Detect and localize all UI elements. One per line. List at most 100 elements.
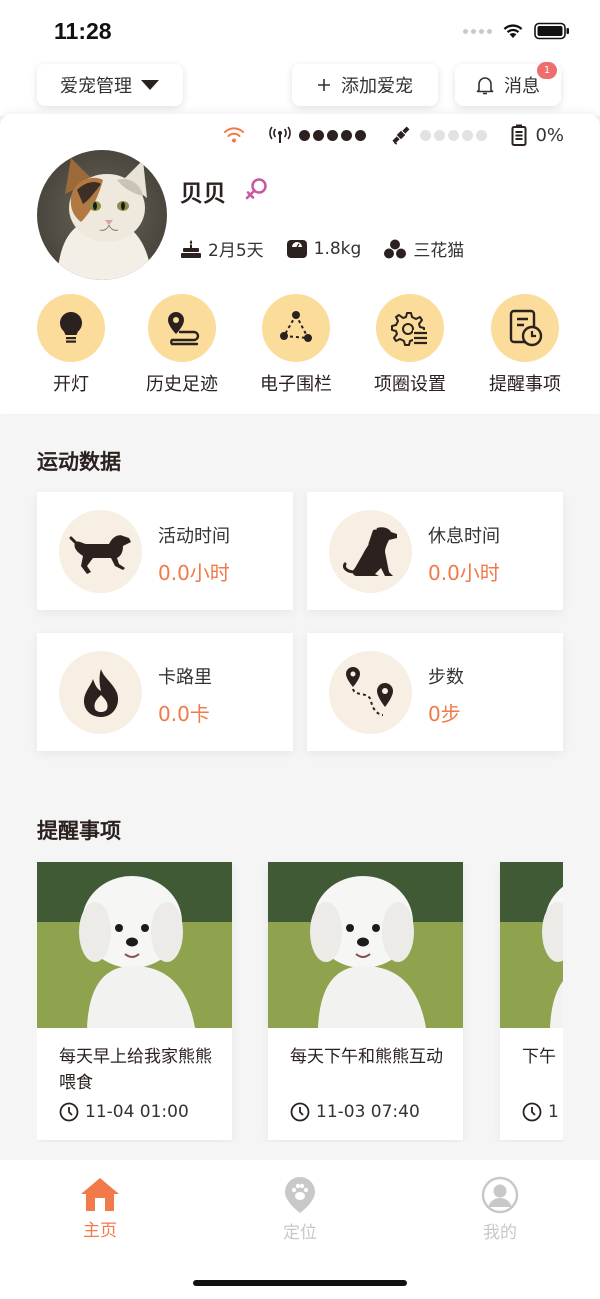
- pet-breed-item: 三花猫: [383, 236, 464, 261]
- stat-label: 步数: [428, 667, 464, 688]
- paw-location-pin-icon: [285, 1177, 315, 1213]
- battery-percent: 0%: [535, 124, 564, 146]
- dog-photo: [37, 862, 232, 1028]
- route-pins-icon: [345, 666, 393, 716]
- reminder-card[interactable]: 每天下午和熊熊互动 11-03 07:40: [268, 862, 463, 1140]
- cellular-signal-icon: [463, 28, 492, 34]
- action-label: 提醒事项: [489, 374, 561, 395]
- reminder-card[interactable]: 下午 1: [500, 862, 563, 1140]
- tab-profile[interactable]: 我的: [440, 1176, 560, 1243]
- stat-value: 0.0小时: [428, 561, 500, 585]
- action-label: 项圈设置: [374, 374, 446, 395]
- stat-rest-time[interactable]: 休息时间 0.0小时: [307, 492, 563, 610]
- action-label: 开灯: [53, 374, 89, 395]
- device-battery-icon: [511, 124, 527, 146]
- messages-label: 消息: [504, 76, 540, 97]
- add-pet-label: 添加爱宠: [341, 76, 413, 97]
- tab-label: 我的: [483, 1223, 517, 1243]
- pet-weight: 1.8kg: [313, 238, 362, 259]
- female-icon: [245, 178, 267, 200]
- reminders-carousel[interactable]: 每天早上给我家熊熊喂食 11-04 01:00 每天下午和熊熊互动 11-03 …: [37, 862, 563, 1142]
- geo-fence-icon: [280, 311, 312, 342]
- plus-icon: [318, 79, 330, 91]
- action-reminders[interactable]: 提醒事项: [465, 294, 585, 396]
- reminder-text: 每天早上给我家熊熊喂食: [59, 1047, 212, 1093]
- user-profile-icon: [481, 1176, 519, 1214]
- clock-icon: [290, 1102, 310, 1122]
- stat-calories[interactable]: 卡路里 0.0卡: [37, 633, 293, 751]
- stat-label: 卡路里: [158, 667, 212, 688]
- signal-strength-dots: [299, 129, 367, 141]
- reminder-text: 每天下午和熊熊互动: [290, 1047, 443, 1067]
- reminder-text: 下午: [522, 1047, 556, 1067]
- reminder-time: 11-04 01:00: [85, 1102, 189, 1122]
- sitting-dog-icon: [342, 526, 397, 576]
- reminder-card[interactable]: 每天早上给我家熊熊喂食 11-04 01:00: [37, 862, 232, 1140]
- birthday-cake-icon: [181, 239, 201, 258]
- running-dog-icon: [69, 534, 131, 574]
- action-label: 历史足迹: [146, 374, 218, 395]
- tab-home[interactable]: 主页: [40, 1176, 160, 1241]
- three-dots-breed-icon: [384, 239, 407, 258]
- reminder-time: 1: [548, 1102, 559, 1122]
- pet-manage-label: 爱宠管理: [60, 76, 132, 97]
- lightbulb-icon: [59, 312, 83, 343]
- stat-steps[interactable]: 步数 0步: [307, 633, 563, 751]
- messages-button[interactable]: 消息 1: [455, 62, 561, 106]
- gear-settings-icon: [391, 312, 428, 346]
- pet-weight-item: 1.8kg: [286, 238, 362, 259]
- stat-value: 0.0小时: [158, 561, 230, 585]
- wifi-status-icon: [224, 127, 245, 143]
- top-header: 爱宠管理 添加爱宠 消息 1: [0, 62, 600, 116]
- status-time: 11:28: [54, 18, 112, 44]
- pet-breed: 三花猫: [413, 241, 465, 261]
- reminders-section-title: 提醒事项: [37, 819, 121, 843]
- home-icon: [81, 1178, 119, 1211]
- bell-icon: [476, 77, 494, 95]
- reminder-time-row: 1: [522, 1102, 559, 1122]
- location-track-icon: [168, 312, 200, 346]
- stat-value: 0.0卡: [158, 702, 210, 726]
- gps-strength-dots: [420, 129, 488, 141]
- device-status-row: 0%: [223, 124, 564, 146]
- wifi-icon: [503, 24, 523, 38]
- signal-antenna-icon: [269, 126, 292, 143]
- bottom-tab-bar: 主页 定位 我的: [0, 1160, 600, 1299]
- reminder-time: 11-03 07:40: [316, 1102, 420, 1122]
- stat-active-time[interactable]: 活动时间 0.0小时: [37, 492, 293, 610]
- action-history-track[interactable]: 历史足迹: [122, 294, 242, 396]
- flame-icon: [83, 668, 118, 717]
- action-label: 电子围栏: [260, 374, 332, 395]
- tab-label: 定位: [283, 1223, 317, 1243]
- stat-label: 休息时间: [428, 526, 500, 547]
- exercise-section-title: 运动数据: [37, 450, 121, 474]
- dog-photo: [268, 862, 463, 1028]
- battery-icon: [534, 22, 569, 40]
- pet-age: 2月5天: [208, 241, 264, 261]
- status-bar: 11:28: [0, 0, 600, 64]
- caret-down-icon: [141, 80, 159, 90]
- pet-info: 2月5天 1.8kg 三花猫: [180, 236, 478, 261]
- stat-label: 活动时间: [158, 526, 230, 547]
- reminder-time-row: 11-03 07:40: [290, 1102, 420, 1122]
- action-geo-fence[interactable]: 电子围栏: [236, 294, 356, 396]
- add-pet-button[interactable]: 添加爱宠: [292, 64, 438, 106]
- reminder-time-row: 11-04 01:00: [59, 1102, 189, 1122]
- action-light-on[interactable]: 开灯: [11, 294, 131, 396]
- action-collar-settings[interactable]: 项圈设置: [350, 294, 470, 396]
- pet-name: 贝贝: [180, 181, 226, 207]
- reminder-clock-icon: [509, 309, 543, 347]
- pet-age-item: 2月5天: [180, 236, 264, 261]
- home-indicator: [193, 1280, 407, 1286]
- pet-manage-dropdown[interactable]: 爱宠管理: [37, 64, 183, 106]
- pet-card: 0% 贝贝 2月5天 1.8kg 三花猫 开灯 历史足迹 电子围栏 项圈设置 提…: [0, 114, 600, 414]
- satellite-icon: [392, 126, 410, 145]
- cat-photo: [37, 150, 167, 280]
- status-icons: [463, 22, 570, 40]
- quick-actions: 开灯 历史足迹 电子围栏 项圈设置 提醒事项: [0, 294, 600, 396]
- tab-location[interactable]: 定位: [240, 1176, 360, 1243]
- messages-badge: 1: [537, 62, 557, 79]
- clock-icon: [522, 1102, 542, 1122]
- pet-avatar[interactable]: [37, 150, 167, 280]
- tab-label: 主页: [83, 1221, 117, 1241]
